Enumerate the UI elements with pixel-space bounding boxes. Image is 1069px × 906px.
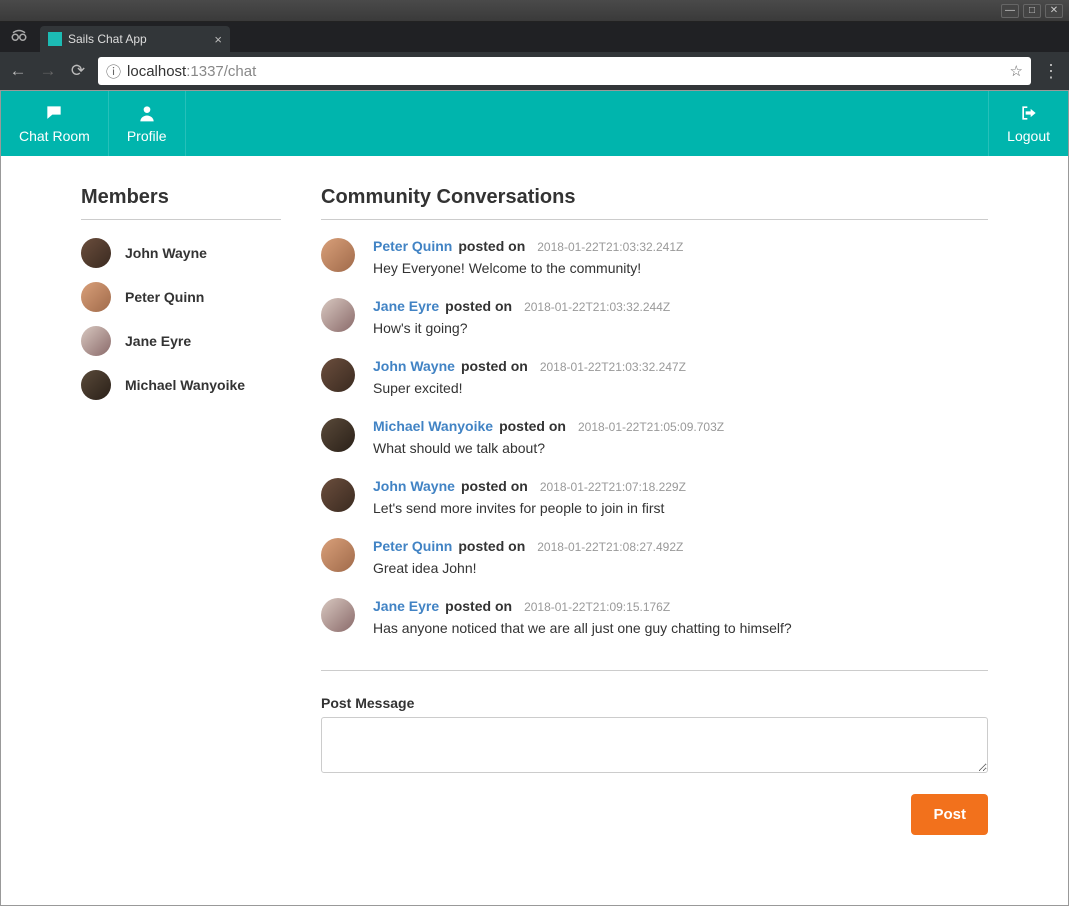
message-feed[interactable]: Peter Quinn posted on 2018-01-22T21:03:32.… (321, 238, 988, 658)
post: Michael Wanyoike posted on 2018-01-22T21:0… (321, 418, 976, 456)
member-name: John Wayne (125, 245, 207, 261)
post-verb: posted on (458, 538, 525, 554)
post-author[interactable]: Jane Eyre (373, 598, 439, 614)
post-verb: posted on (458, 238, 525, 254)
member-row[interactable]: Michael Wanyoike (81, 370, 281, 400)
post-author[interactable]: Michael Wanyoike (373, 418, 493, 434)
reload-button[interactable]: ⟳ (68, 61, 88, 81)
post-timestamp: 2018-01-22T21:07:18.229Z (540, 480, 686, 494)
post-text: Hey Everyone! Welcome to the community! (373, 260, 976, 276)
member-name: Peter Quinn (125, 289, 204, 305)
post-timestamp: 2018-01-22T21:03:32.241Z (537, 240, 683, 254)
avatar (321, 418, 355, 452)
back-button[interactable]: ← (8, 61, 28, 81)
post-author[interactable]: Jane Eyre (373, 298, 439, 314)
avatar (321, 358, 355, 392)
post-text: How's it going? (373, 320, 976, 336)
os-titlebar: ― □ ✕ (0, 0, 1069, 22)
post-verb: posted on (461, 478, 528, 494)
tab-title: Sails Chat App (68, 32, 147, 46)
members-heading: Members (81, 186, 281, 209)
post-timestamp: 2018-01-22T21:05:09.703Z (578, 420, 724, 434)
url-host: localhost (127, 63, 186, 80)
post-timestamp: 2018-01-22T21:03:32.247Z (540, 360, 686, 374)
compose-label: Post Message (321, 695, 988, 711)
avatar (81, 370, 111, 400)
avatar (81, 238, 111, 268)
member-name: Jane Eyre (125, 333, 191, 349)
member-row[interactable]: Peter Quinn (81, 282, 281, 312)
post-text: Great idea John! (373, 560, 976, 576)
browser-tab[interactable]: Sails Chat App × (40, 26, 230, 52)
post-text: Has anyone noticed that we are all just … (373, 620, 976, 636)
conversation-main: Community Conversations Peter Quinn poste… (321, 186, 988, 835)
post-verb: posted on (461, 358, 528, 374)
nav-profile-label: Profile (127, 128, 167, 144)
post: John Wayne posted on 2018-01-22T21:03:32.2… (321, 358, 976, 396)
divider (321, 670, 988, 671)
post-text: Let's send more invites for people to jo… (373, 500, 976, 516)
user-icon (137, 103, 157, 126)
post-text: Super excited! (373, 380, 976, 396)
post-timestamp: 2018-01-22T21:08:27.492Z (537, 540, 683, 554)
address-bar[interactable]: ⓘ localhost:1337/chat ☆ (98, 57, 1031, 85)
member-name: Michael Wanyoike (125, 377, 245, 393)
avatar (81, 282, 111, 312)
post: Jane Eyre posted on 2018-01-22T21:09:15.17… (321, 598, 976, 636)
post-author[interactable]: Peter Quinn (373, 538, 452, 554)
post: Peter Quinn posted on 2018-01-22T21:08:27.… (321, 538, 976, 576)
post-verb: posted on (445, 598, 512, 614)
forward-button[interactable]: → (38, 61, 58, 81)
chat-icon (43, 103, 65, 126)
url-path: /chat (224, 63, 257, 80)
window-maximize-button[interactable]: □ (1023, 4, 1041, 18)
browser-tab-strip: Sails Chat App × (0, 22, 1069, 52)
browser-menu-button[interactable]: ⋮ (1041, 61, 1061, 82)
post-author[interactable]: John Wayne (373, 358, 455, 374)
members-sidebar: Members John Wayne Peter Quinn Jane Eyre Mi… (81, 186, 281, 835)
tab-favicon (48, 32, 62, 46)
post-author[interactable]: John Wayne (373, 478, 455, 494)
logout-icon (1018, 103, 1040, 126)
avatar (321, 298, 355, 332)
post-timestamp: 2018-01-22T21:03:32.244Z (524, 300, 670, 314)
avatar (321, 598, 355, 632)
member-row[interactable]: Jane Eyre (81, 326, 281, 356)
nav-chat-label: Chat Room (19, 128, 90, 144)
compose-textarea[interactable] (321, 717, 988, 773)
nav-logout-label: Logout (1007, 128, 1050, 144)
avatar (321, 238, 355, 272)
post-verb: posted on (445, 298, 512, 314)
incognito-icon (10, 28, 28, 45)
post: Peter Quinn posted on 2018-01-22T21:03:32.… (321, 238, 976, 276)
avatar (321, 478, 355, 512)
nav-profile[interactable]: Profile (109, 91, 186, 156)
url-text: localhost:1337/chat (127, 63, 256, 80)
nav-chat-room[interactable]: Chat Room (1, 91, 109, 156)
post: Jane Eyre posted on 2018-01-22T21:03:32.24… (321, 298, 976, 336)
nav-logout[interactable]: Logout (988, 91, 1068, 156)
page-content: Chat Room Profile Logout Members John Wa… (0, 90, 1069, 906)
browser-toolbar: ← → ⟳ ⓘ localhost:1337/chat ☆ ⋮ (0, 52, 1069, 90)
avatar (81, 326, 111, 356)
url-port: :1337 (186, 63, 224, 80)
post: John Wayne posted on 2018-01-22T21:07:18.2… (321, 478, 976, 516)
window-minimize-button[interactable]: ― (1001, 4, 1019, 18)
conversations-heading: Community Conversations (321, 186, 988, 209)
post-verb: posted on (499, 418, 566, 434)
app-navbar: Chat Room Profile Logout (1, 91, 1068, 156)
avatar (321, 538, 355, 572)
bookmark-star-icon[interactable]: ☆ (1010, 62, 1023, 80)
site-info-icon[interactable]: ⓘ (106, 61, 121, 82)
tab-close-icon[interactable]: × (214, 32, 222, 47)
divider (81, 219, 281, 220)
window-close-button[interactable]: ✕ (1045, 4, 1063, 18)
post-author[interactable]: Peter Quinn (373, 238, 452, 254)
post-text: What should we talk about? (373, 440, 976, 456)
member-row[interactable]: John Wayne (81, 238, 281, 268)
post-button[interactable]: Post (911, 794, 988, 835)
divider (321, 219, 988, 220)
post-timestamp: 2018-01-22T21:09:15.176Z (524, 600, 670, 614)
